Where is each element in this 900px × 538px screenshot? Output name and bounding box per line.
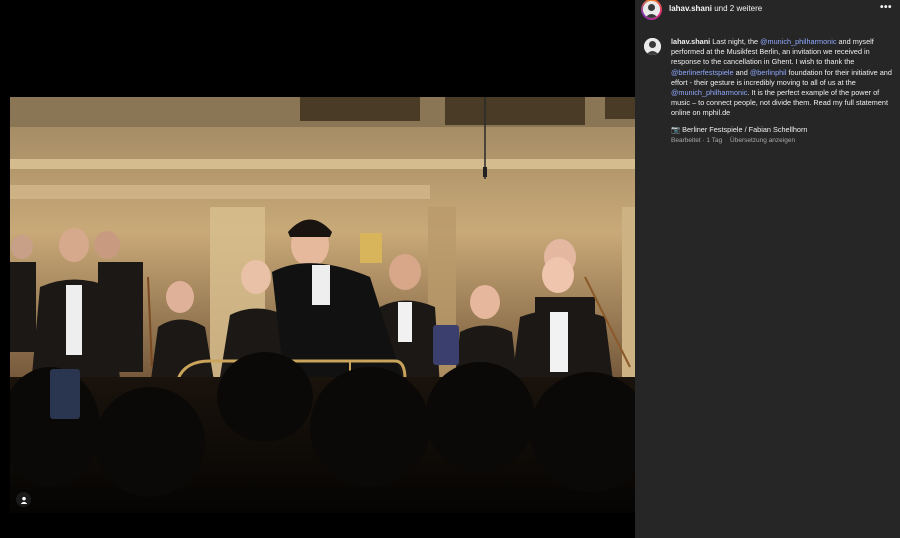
coauthors-text[interactable]: und 2 weitere [712, 4, 762, 13]
post-header: lahav.shani und 2 weitere ••• [635, 0, 900, 20]
post-time[interactable]: 1 Tag [706, 137, 722, 144]
avatar[interactable] [643, 1, 660, 18]
photo-credit: 📷 Berliner Festspiele / Fabian Schellhor… [671, 125, 807, 134]
person-tag-icon [20, 496, 27, 504]
caption-text: lahav.shani Last night, the @munich_phil… [671, 37, 893, 119]
avatar-image [643, 1, 660, 18]
post-photo[interactable] [10, 97, 635, 513]
edited-label: Bearbeitet · 1 Tag [671, 137, 723, 144]
more-dots-icon[interactable]: ••• [880, 2, 892, 13]
camera-icon: 📷 [671, 125, 681, 134]
post-sidebar: lahav.shani und 2 weitere ••• lahav.shan… [635, 0, 900, 538]
author-username[interactable]: lahav.shani [669, 4, 712, 13]
concert-photo-illustration [10, 97, 635, 513]
mention-link[interactable]: @berlinphil [750, 68, 787, 77]
mention-link[interactable]: @munich_philharmonic [760, 37, 836, 46]
mention-link[interactable]: @berlinerfestspiele [671, 68, 734, 77]
mention-link[interactable]: @munich_philharmonic [671, 88, 747, 97]
post-meta: Bearbeitet · 1 Tag Übersetzung anzeigen [671, 137, 801, 144]
tag-people-button[interactable] [16, 492, 31, 507]
post-media-panel [0, 0, 635, 538]
post-author-line: lahav.shani und 2 weitere [669, 4, 762, 13]
caption-part: Last night, the [710, 37, 761, 46]
photo-credit-text: Berliner Festspiele / Fabian Schellhorn [682, 125, 808, 134]
caption-part: and [733, 67, 750, 77]
translate-link[interactable]: Übersetzung anzeigen [730, 137, 795, 144]
caption-username[interactable]: lahav.shani [671, 37, 710, 46]
edited-text: Bearbeitet [671, 137, 701, 144]
caption-avatar[interactable] [644, 38, 661, 55]
avatar-image [644, 38, 661, 55]
